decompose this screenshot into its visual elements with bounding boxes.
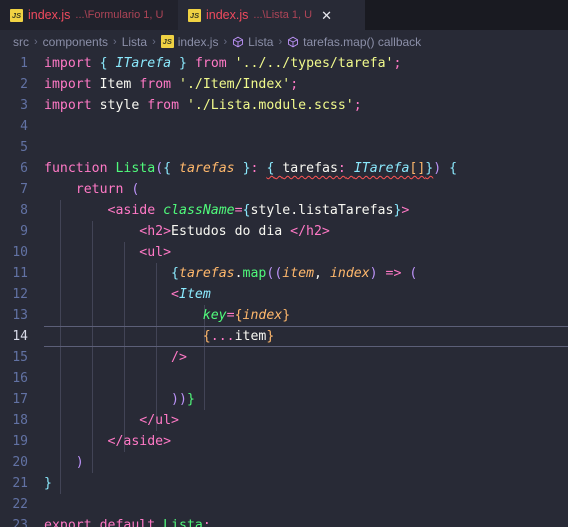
- tab-label: index.js: [28, 8, 71, 22]
- code-line[interactable]: 9 <h2>Estudos do dia </h2>: [0, 221, 568, 242]
- code-line[interactable]: 23 export default Lista;: [0, 515, 568, 527]
- breadcrumb-label: tarefas.map() callback: [303, 34, 422, 49]
- code-line[interactable]: 13 key={index}: [0, 305, 568, 326]
- line-number: 17: [12, 392, 28, 407]
- line-number: 11: [12, 266, 28, 281]
- code-line[interactable]: 11 {tarefas.map((item, index) => (: [0, 263, 568, 284]
- breadcrumb-separator: ›: [113, 35, 117, 48]
- line-number: 5: [20, 140, 28, 155]
- code-line[interactable]: 20 ): [0, 452, 568, 473]
- line-content: {...item}: [202, 329, 275, 344]
- breadcrumb-separator: ›: [34, 35, 38, 48]
- line-number: 7: [20, 182, 28, 197]
- line-content: import style from './Lista.module.scss';: [44, 98, 362, 113]
- line-content: import Item from './Item/Index';: [44, 77, 299, 92]
- line-number: 9: [20, 224, 28, 239]
- line-content: {tarefas.map((item, index) => (: [171, 266, 418, 281]
- code-line-current[interactable]: 14 {...item}: [0, 326, 568, 347]
- tab-description: ...\Formulario 1, U: [75, 9, 164, 21]
- breadcrumb-item-components[interactable]: components: [43, 35, 108, 49]
- line-number: 14: [12, 329, 28, 344]
- line-number: 10: [12, 245, 28, 260]
- code-line[interactable]: 21 }: [0, 473, 568, 494]
- line-number: 8: [20, 203, 28, 218]
- code-editor[interactable]: 1 import { ITarefa } from '../../types/t…: [0, 53, 568, 527]
- breadcrumb-label: Lista: [121, 34, 148, 49]
- code-line[interactable]: 10 <ul>: [0, 242, 568, 263]
- line-number: 21: [12, 476, 28, 491]
- line-number: 2: [20, 77, 28, 92]
- breadcrumb-label: Lista: [248, 34, 274, 49]
- code-line[interactable]: 19 </aside>: [0, 431, 568, 452]
- symbol-function-icon: [287, 36, 299, 48]
- editor-tab-bar: JS index.js ...\Formulario 1, U JS index…: [0, 0, 568, 30]
- line-content: function Lista({ tarefas }: { tarefas: I…: [44, 161, 458, 176]
- line-number: 20: [12, 455, 28, 470]
- line-content: import { ITarefa } from '../../types/tar…: [44, 56, 402, 71]
- line-number: 19: [12, 434, 28, 449]
- code-line[interactable]: 15 />: [0, 347, 568, 368]
- breadcrumb-item-lista-folder[interactable]: Lista: [122, 35, 147, 49]
- line-content: <aside className={style.listaTarefas}>: [107, 203, 410, 218]
- tab-index-js-formulario[interactable]: JS index.js ...\Formulario 1, U: [0, 0, 178, 30]
- close-icon[interactable]: ✕: [321, 9, 332, 22]
- code-line[interactable]: 7 return (: [0, 179, 568, 200]
- breadcrumb: src › components › Lista › JS index.js ›…: [0, 30, 568, 53]
- line-content: </aside>: [107, 434, 172, 449]
- line-number: 6: [20, 161, 28, 176]
- code-line[interactable]: 8 <aside className={style.listaTarefas}>: [0, 200, 568, 221]
- tab-description: ...\Lista 1, U: [253, 9, 313, 21]
- line-number: 12: [12, 287, 28, 302]
- line-content: />: [171, 350, 187, 365]
- symbol-function-icon: [232, 36, 244, 48]
- breadcrumb-separator: ›: [152, 35, 156, 48]
- code-line[interactable]: 12 <Item: [0, 284, 568, 305]
- breadcrumb-label: components: [42, 34, 109, 49]
- line-content: return (: [75, 182, 140, 197]
- tab-label: index.js: [206, 8, 249, 22]
- code-line[interactable]: 16: [0, 368, 568, 389]
- code-line[interactable]: 3 import style from './Lista.module.scss…: [0, 95, 568, 116]
- line-number: 13: [12, 308, 28, 323]
- line-content: export default Lista;: [44, 518, 211, 527]
- code-line[interactable]: 18 </ul>: [0, 410, 568, 431]
- breadcrumb-item-src[interactable]: src: [13, 35, 29, 49]
- tab-index-js-lista[interactable]: JS index.js ...\Lista 1, U ✕: [178, 0, 365, 30]
- breadcrumb-separator: ›: [278, 35, 283, 48]
- line-content: key={index}: [202, 308, 291, 323]
- line-content: </ul>: [139, 413, 179, 428]
- line-content: ))}: [171, 392, 195, 407]
- js-file-icon: JS: [10, 8, 23, 22]
- line-number: 22: [12, 497, 28, 512]
- line-content: <h2>Estudos do dia </h2>: [139, 224, 330, 239]
- breadcrumb-separator: ›: [223, 35, 228, 48]
- breadcrumb-item-symbol-lista[interactable]: Lista: [232, 35, 273, 49]
- line-content: <ul>: [139, 245, 172, 260]
- code-line[interactable]: 5: [0, 137, 568, 158]
- line-content: ): [75, 455, 84, 470]
- line-number: 1: [20, 56, 28, 71]
- line-content: }: [44, 476, 52, 491]
- code-line[interactable]: 1 import { ITarefa } from '../../types/t…: [0, 53, 568, 74]
- line-number: 15: [12, 350, 28, 365]
- line-number: 18: [12, 413, 28, 428]
- line-number: 3: [20, 98, 28, 113]
- breadcrumb-item-index-js[interactable]: JS index.js: [160, 34, 219, 49]
- code-line[interactable]: 17 ))}: [0, 389, 568, 410]
- line-number: 4: [20, 119, 28, 134]
- code-line[interactable]: 4: [0, 116, 568, 137]
- line-number: 23: [12, 518, 28, 527]
- line-number: 16: [12, 371, 28, 386]
- breadcrumb-label: src: [13, 34, 29, 49]
- code-line[interactable]: 22: [0, 494, 568, 515]
- breadcrumb-item-symbol-tarefas-map-callback[interactable]: tarefas.map() callback: [287, 35, 421, 49]
- breadcrumb-label: index.js: [177, 34, 219, 49]
- js-file-icon: JS: [188, 8, 201, 22]
- code-line[interactable]: 6 function Lista({ tarefas }: { tarefas:…: [0, 158, 568, 179]
- code-line[interactable]: 2 import Item from './Item/Index';: [0, 74, 568, 95]
- js-file-icon: JS: [160, 35, 174, 48]
- line-content: <Item: [171, 287, 211, 302]
